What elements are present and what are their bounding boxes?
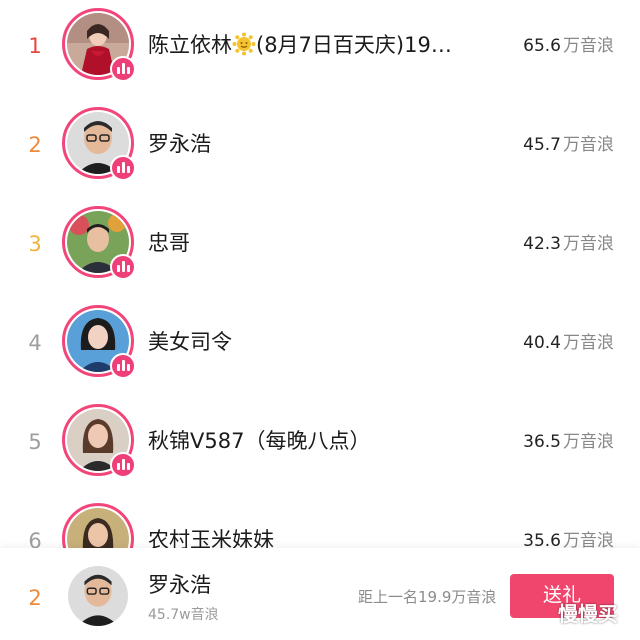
avatar[interactable] [62, 107, 136, 181]
avatar[interactable] [62, 305, 136, 379]
rank-number: 2 [28, 133, 42, 157]
score: 65.6 万音浪 [523, 36, 614, 56]
rank-number: 1 [28, 34, 42, 58]
rank-number: 3 [28, 232, 42, 256]
gap-to-previous: 距上一名19.9万音浪 [358, 588, 497, 606]
ranking-row[interactable]: 6 农村玉米妹妹 35.6 万音浪 [0, 495, 640, 548]
score: 36.5 万音浪 [523, 432, 614, 452]
score: 42.3 万音浪 [523, 234, 614, 254]
ranking-row[interactable]: 5 秋锦V587（每晚八点） 36.5 万音浪 [0, 396, 640, 495]
avatar[interactable] [62, 404, 136, 478]
avatar[interactable] [62, 8, 136, 82]
streamer-name: 秋锦V587（每晚八点） [148, 429, 371, 453]
rank-number: 4 [28, 331, 42, 355]
streamer-name: 忠哥 [148, 231, 190, 255]
score: 40.4 万音浪 [523, 333, 614, 353]
my-name: 罗永浩 [148, 573, 211, 597]
ranking-row[interactable]: 1 陈立依林 (8月7日百天庆)19… 65.6 万音浪 [0, 0, 640, 99]
ranking-row[interactable]: 3 忠哥 42.3 万音浪 [0, 198, 640, 297]
my-score: 45.7w音浪 [148, 607, 219, 623]
live-indicator-icon [110, 353, 136, 379]
rank-number: 6 [28, 529, 42, 548]
streamer-name: 罗永浩 [148, 132, 211, 156]
ranking-row[interactable]: 4 美女司令 40.4 万音浪 [0, 297, 640, 396]
live-indicator-icon [110, 155, 136, 181]
streamer-name: 农村玉米妹妹 [148, 528, 274, 548]
streamer-name: 美女司令 [148, 330, 232, 354]
rank-number: 5 [28, 430, 42, 454]
my-avatar[interactable] [68, 566, 128, 626]
avatar[interactable] [62, 503, 134, 548]
live-indicator-icon [110, 452, 136, 478]
ranking-row[interactable]: 2 罗永浩 45.7 万音浪 [0, 99, 640, 198]
my-rank-number: 2 [28, 586, 42, 610]
live-indicator-icon [110, 56, 136, 82]
watermark: 慢慢买 [558, 602, 618, 626]
score: 45.7 万音浪 [523, 135, 614, 155]
avatar[interactable] [62, 206, 136, 280]
ranking-list: 1 陈立依林 (8月7日百天庆)19… 65.6 万音浪 2 罗永浩 45.7 … [0, 0, 640, 548]
score: 35.6 万音浪 [523, 531, 614, 548]
live-indicator-icon [110, 254, 136, 280]
sun-face-icon [232, 32, 256, 56]
streamer-name: 陈立依林 (8月7日百天庆)19… [148, 32, 452, 57]
